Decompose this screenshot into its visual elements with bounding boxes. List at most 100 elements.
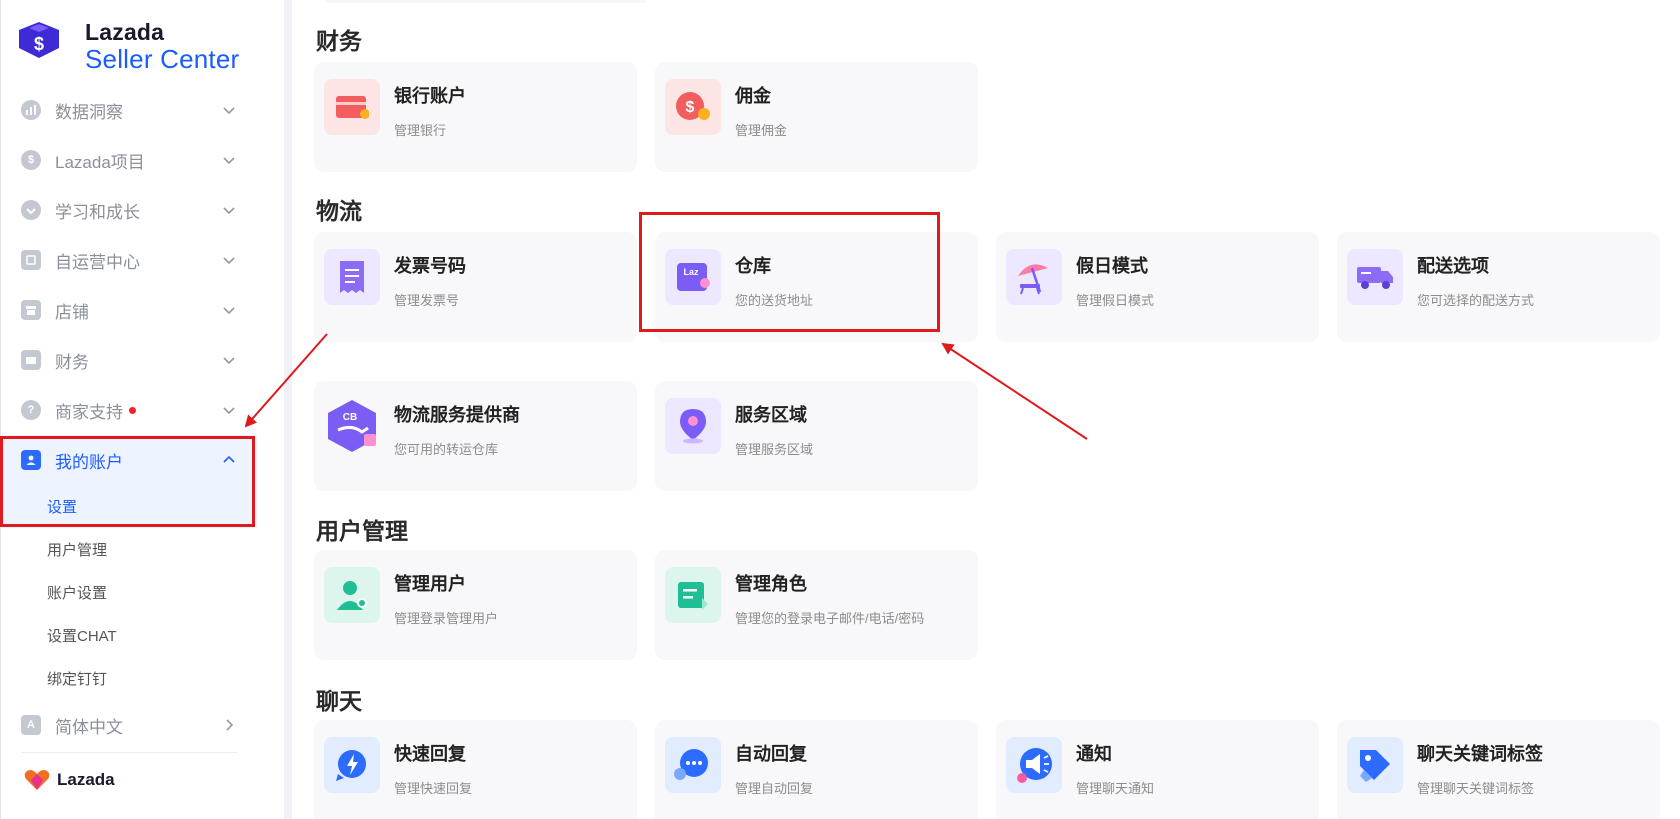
section-title-chat: 聊天 [316,688,362,714]
beach-umbrella-icon [1006,249,1062,305]
megaphone-icon [1006,737,1062,793]
sidebar-item-my-account[interactable]: 我的账户 [1,435,257,485]
growth-icon [21,200,41,220]
sidebar-item-label: 财务 [55,352,89,372]
card-title: 佣金 [735,86,771,106]
sidebar-item-self-ops[interactable]: 自运营中心 [1,235,257,285]
brand-subtitle: Seller Center [85,43,240,74]
sidebar-item-label: 学习和成长 [55,202,140,222]
card-service-area[interactable]: 服务区域 管理服务区域 [655,381,978,491]
sidebar-item-merchant-support[interactable]: ? 商家支持 [1,385,257,435]
card-auto-reply[interactable]: 自动回复 管理自动回复 [655,720,978,819]
footer-brand-name: Lazada [57,770,115,789]
sidebar-item-finance[interactable]: 财务 [1,335,257,385]
card-holiday-mode[interactable]: 假日模式 管理假日模式 [996,232,1319,342]
divider [21,752,237,753]
card-desc: 管理您的登录电子邮件/电话/密码 [735,611,925,626]
card-title: 快速回复 [394,744,466,764]
invoice-icon [324,249,380,305]
chevron-down-icon [223,107,235,115]
wallet-icon [21,350,41,370]
delivery-truck-icon [1347,249,1403,305]
card-quick-reply[interactable]: 快速回复 管理快速回复 [314,720,637,819]
sidebar-item-data-insights[interactable]: 数据洞察 [1,85,257,135]
card-warehouse[interactable]: Laz 仓库 您的送货地址 [655,232,978,342]
language-switcher[interactable]: A 简体中文 [1,700,257,750]
card-delivery-options[interactable]: 配送选项 您可选择的配送方式 [1337,232,1660,342]
card-desc: 您可选择的配送方式 [1417,293,1535,308]
translate-icon: A [21,715,41,735]
card-desc: 管理登录管理用户 [394,611,499,626]
sidebar: $ Lazada Seller Center 数据洞察 $ Lazada项目 学… [0,0,257,819]
card-desc: 您可用的转运仓库 [394,442,499,457]
warehouse-icon-text: Laz [683,267,699,277]
card-desc: 管理快速回复 [394,781,473,796]
sidebar-item-label: 我的账户 [55,452,123,472]
card-title: 假日模式 [1076,256,1148,276]
section-title-finance: 财务 [316,28,362,54]
submenu-item-bind-dingtalk[interactable]: 绑定钉钉 [1,657,257,700]
lazada-logo-icon: $ [19,22,59,58]
notification-dot [129,406,136,414]
card-title: 银行账户 [394,86,466,106]
sidebar-item-label: 商家支持 [55,402,123,422]
sidebar-item-learning[interactable]: 学习和成长 [1,185,257,235]
warehouse-icon: Laz [665,249,721,305]
submenu-item-settings[interactable]: 设置 [1,485,257,528]
card-desc: 管理佣金 [735,123,788,138]
cross-border-icon: CB [324,398,380,454]
card-desc: 管理银行 [394,123,447,138]
vertical-scrollbar[interactable] [1666,0,1680,819]
card-desc: 管理自动回复 [735,781,814,796]
chevron-down-icon [223,207,235,215]
card-notification[interactable]: 通知 管理聊天通知 [996,720,1319,819]
card-logistics-provider[interactable]: CB 物流服务提供商 您可用的转运仓库 [314,381,637,491]
chevron-down-icon [223,357,235,365]
sidebar-item-label: 店铺 [55,302,89,322]
submenu-item-account-settings[interactable]: 账户设置 [1,571,257,614]
submenu-item-chat-settings[interactable]: 设置CHAT [1,614,257,657]
sidebar-item-store[interactable]: 店铺 [1,285,257,335]
card-title: 服务区域 [735,405,807,425]
chart-icon [21,100,41,120]
user-manage-icon [324,567,380,623]
sidebar-item-lazada-projects[interactable]: $ Lazada项目 [1,135,257,185]
card-title: 物流服务提供商 [394,405,520,425]
commission-icon: $ [665,79,721,135]
chevron-up-icon [223,455,235,463]
help-icon: ? [21,400,41,420]
card-title: 管理角色 [735,574,807,594]
card-title: 自动回复 [735,744,807,764]
quick-reply-icon [324,737,380,793]
chevron-down-icon [223,257,235,265]
svg-text:$: $ [686,99,695,116]
provider-icon-text: CB [343,412,357,423]
card-desc: 管理假日模式 [1076,293,1155,308]
card-desc: 管理服务区域 [735,442,814,457]
card-invoice-number[interactable]: 发票号码 管理发票号 [314,232,637,342]
card-desc: 管理聊天通知 [1076,781,1155,796]
sidebar-item-label: 自运营中心 [55,252,140,272]
card-title: 管理用户 [394,574,466,594]
lazada-heart-logo-icon [24,770,50,790]
card-manage-users[interactable]: 管理用户 管理登录管理用户 [314,550,637,660]
card-title: 发票号码 [394,256,466,276]
card-desc: 管理聊天关键词标签 [1417,781,1535,796]
tag-icon [1347,737,1403,793]
card-manage-roles[interactable]: 管理角色 管理您的登录电子邮件/电话/密码 [655,550,978,660]
card-chat-keyword-tags[interactable]: 聊天关键词标签 管理聊天关键词标签 [1337,720,1660,819]
dollar-icon: $ [21,150,41,170]
svg-text:$: $ [34,34,44,54]
map-pin-icon [665,398,721,454]
chevron-down-icon [223,307,235,315]
submenu-item-user-management[interactable]: 用户管理 [1,528,257,571]
card-bank-account[interactable]: 银行账户 管理银行 [314,62,637,172]
language-label: 简体中文 [55,717,123,737]
brand-logo[interactable]: $ Lazada Seller Center [15,20,239,73]
card-commission[interactable]: $ 佣金 管理佣金 [655,62,978,172]
account-icon [21,450,41,470]
auto-reply-icon [665,737,721,793]
footer-logo[interactable]: Lazada [23,768,115,792]
chevron-right-icon [226,719,234,731]
chevron-down-icon [223,407,235,415]
